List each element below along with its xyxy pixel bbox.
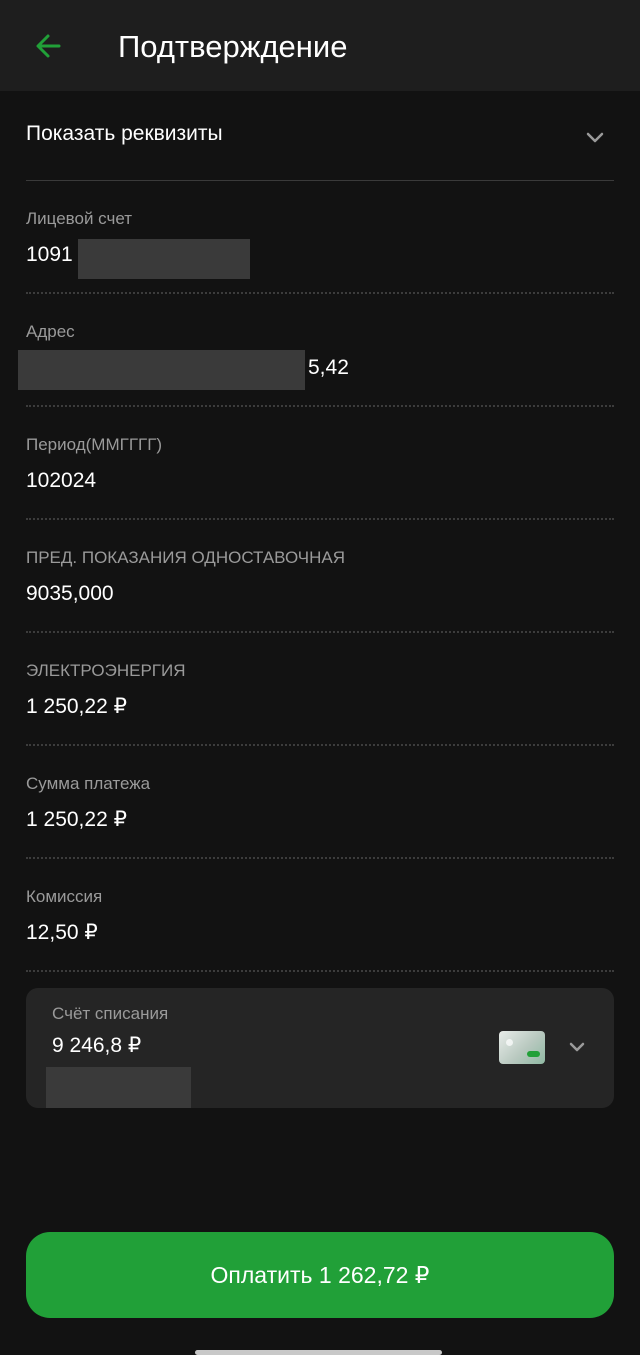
dotted-divider: [26, 970, 614, 972]
field-value: 9035,000: [26, 582, 114, 605]
redaction-block: [18, 350, 305, 390]
debit-account-selector[interactable]: Счёт списания 9 246,8 ₽: [26, 988, 614, 1108]
field-value: 102024: [26, 469, 97, 492]
redaction-block: [46, 1067, 191, 1108]
field-label: Лицевой счет: [26, 209, 133, 228]
card-pill: [527, 1051, 540, 1057]
field-value: 1 250,22 ₽: [26, 808, 127, 831]
field-payment-sum: Сумма платежа 1 250,22 ₽: [26, 746, 614, 859]
field-label: ЭЛЕКТРОЭНЕРГИЯ: [26, 661, 186, 680]
chevron-down-icon: [569, 1042, 585, 1052]
page-title: Подтверждение: [118, 29, 348, 64]
field-account-number: Лицевой счет 1091: [26, 181, 614, 294]
card-dot: [506, 1039, 513, 1046]
home-indicator: [195, 1350, 442, 1355]
arrow-left-icon: [36, 34, 61, 58]
field-period: Период(ММГГГГ) 102024: [26, 407, 614, 520]
field-value: 1091: [26, 243, 73, 266]
debit-account-label: Счёт списания: [52, 1004, 169, 1023]
chevron-down-icon: [586, 132, 604, 143]
field-label: Сумма платежа: [26, 774, 151, 793]
field-label: Комиссия: [26, 887, 103, 906]
pay-button[interactable]: Оплатить 1 262,72 ₽: [26, 1232, 614, 1318]
debit-account-balance: 9 246,8 ₽: [52, 1034, 142, 1057]
redaction-block: [78, 239, 250, 279]
field-previous-readings: ПРЕД. ПОКАЗАНИЯ ОДНОСТАВОЧНАЯ 9035,000: [26, 520, 614, 633]
bank-card-icon: [499, 1031, 545, 1064]
show-details-toggle[interactable]: Показать реквизиты: [26, 100, 614, 170]
field-commission: Комиссия 12,50 ₽: [26, 859, 614, 972]
show-details-label: Показать реквизиты: [26, 122, 223, 145]
field-value: 5,42: [308, 356, 349, 379]
field-value: 1 250,22 ₽: [26, 695, 127, 718]
field-label: ПРЕД. ПОКАЗАНИЯ ОДНОСТАВОЧНАЯ: [26, 548, 346, 567]
field-label: Адрес: [26, 322, 75, 341]
field-label: Период(ММГГГГ): [26, 435, 163, 454]
field-address: Адрес 5,42: [18, 294, 614, 407]
top-bar: Подтверждение: [0, 0, 640, 91]
field-electricity: ЭЛЕКТРОЭНЕРГИЯ 1 250,22 ₽: [26, 633, 614, 746]
back-button[interactable]: [28, 26, 68, 66]
field-value: 12,50 ₽: [26, 921, 98, 944]
